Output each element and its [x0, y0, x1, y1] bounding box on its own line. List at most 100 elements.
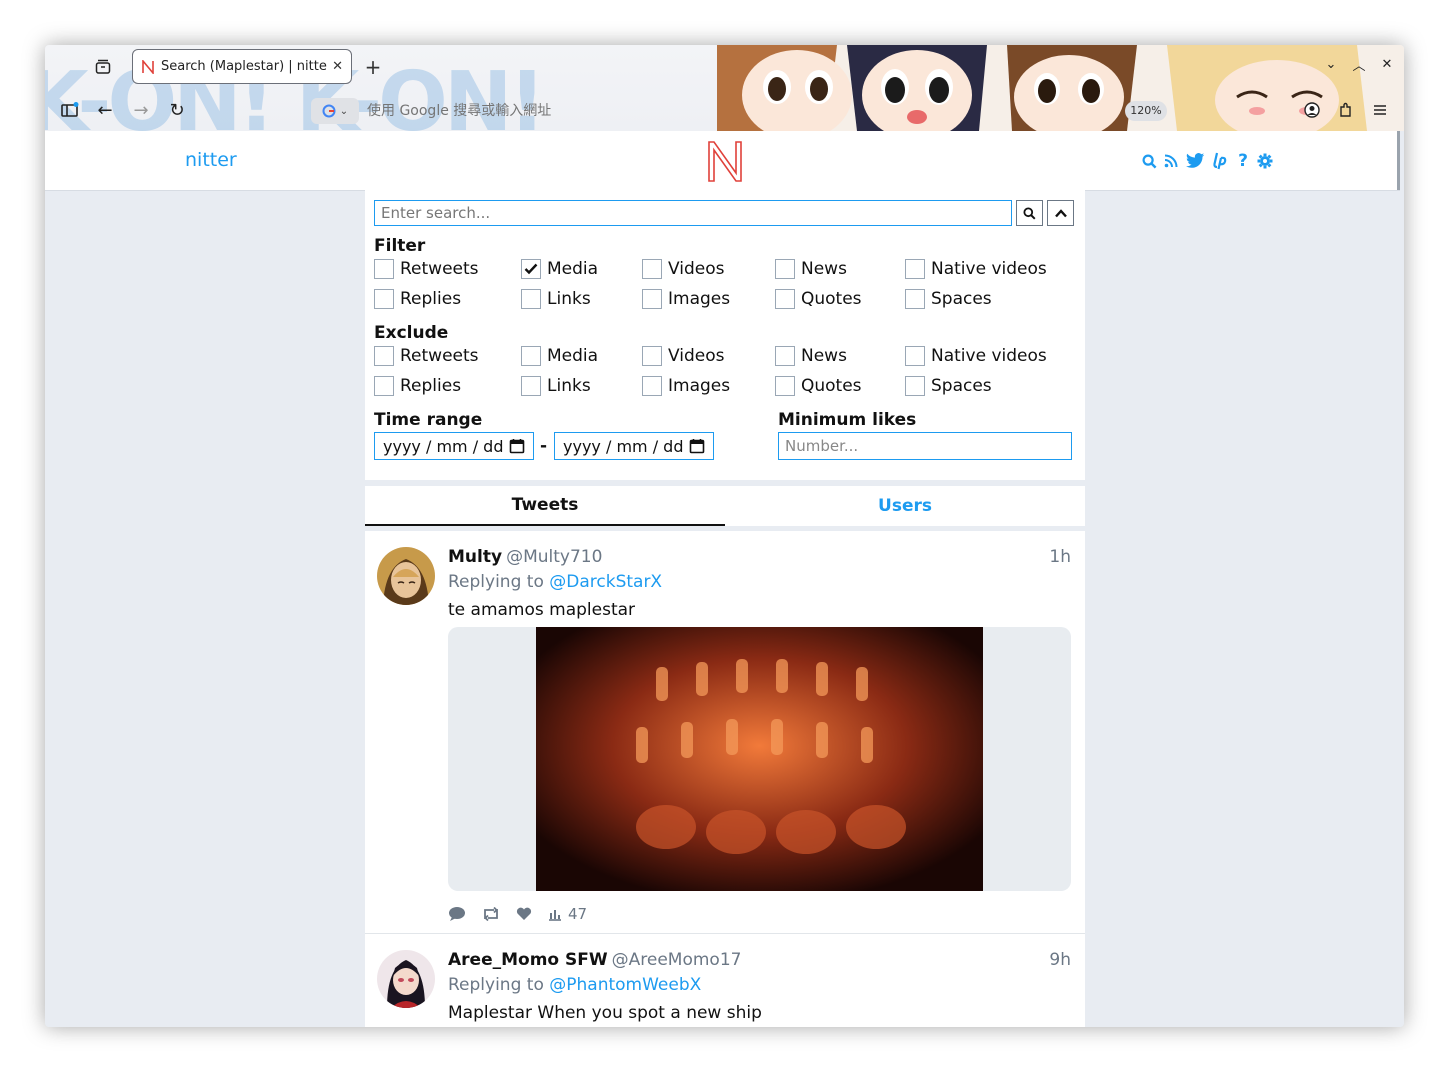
search-icon[interactable]: [1141, 152, 1157, 170]
tab-users[interactable]: Users: [725, 486, 1085, 526]
exclude-checkbox[interactable]: [374, 376, 394, 396]
filter-option-media[interactable]: Media: [521, 259, 598, 279]
tab-tweets[interactable]: Tweets: [365, 486, 725, 526]
site-brand-link[interactable]: nitter: [185, 149, 237, 171]
search-engine-selector[interactable]: ⌄: [311, 98, 359, 124]
sidebar-toggle-icon[interactable]: [59, 99, 81, 121]
filter-checkbox[interactable]: [642, 259, 662, 279]
url-input[interactable]: [365, 102, 869, 120]
browser-chrome: K-ON! K-ON! Search (Maplestar) | nitter …: [45, 45, 1404, 131]
filter-option-videos[interactable]: Videos: [642, 259, 725, 279]
liberapay-icon[interactable]: [1211, 152, 1229, 170]
until-date-input[interactable]: yyyy / mm / dd: [554, 432, 714, 460]
tweet-media[interactable]: [448, 627, 1071, 891]
exclude-option-links[interactable]: Links: [521, 376, 591, 396]
exclude-option-label: Images: [668, 376, 731, 396]
tweet-item[interactable]: Multy @Multy710 1h Replying to @DarckStar…: [365, 531, 1085, 934]
filter-option-spaces[interactable]: Spaces: [905, 289, 992, 309]
filter-option-quotes[interactable]: Quotes: [775, 289, 862, 309]
menu-icon[interactable]: [1370, 100, 1390, 120]
tweet-item[interactable]: Aree_Momo SFW @AreeMomo17 9h Replying to …: [365, 934, 1085, 1027]
reply-icon[interactable]: [448, 906, 466, 922]
search-input[interactable]: [374, 200, 1012, 226]
close-tab-icon[interactable]: ✕: [332, 59, 343, 74]
filter-checkbox[interactable]: [374, 289, 394, 309]
filter-option-replies[interactable]: Replies: [374, 289, 461, 309]
exclude-checkbox[interactable]: [521, 376, 541, 396]
avatar[interactable]: [377, 547, 435, 605]
tweet-time[interactable]: 1h: [1049, 547, 1071, 567]
back-button[interactable]: ←: [94, 99, 116, 121]
exclude-option-videos[interactable]: Videos: [642, 346, 725, 366]
url-bar[interactable]: ⌄: [311, 96, 1171, 126]
tweet-author-handle[interactable]: @AreeMomo17: [612, 950, 742, 970]
tweet-author-name[interactable]: Aree_Momo SFW: [448, 950, 608, 970]
filter-checkbox[interactable]: [642, 289, 662, 309]
like-icon[interactable]: [516, 907, 532, 921]
avatar[interactable]: [377, 950, 435, 1008]
filter-checkbox[interactable]: [521, 259, 541, 279]
minimize-icon[interactable]: ︿: [1352, 57, 1366, 74]
replying-to-link[interactable]: @DarckStarX: [549, 572, 662, 592]
filter-checkbox[interactable]: [374, 259, 394, 279]
exclude-checkbox[interactable]: [775, 376, 795, 396]
tweet-author-handle[interactable]: @Multy710: [506, 547, 602, 567]
exclude-option-images[interactable]: Images: [642, 376, 730, 396]
tweet-time[interactable]: 9h: [1049, 950, 1071, 970]
list-tabs-icon[interactable]: ⌄: [1324, 57, 1338, 72]
exclude-option-retweets[interactable]: Retweets: [374, 346, 479, 366]
filter-checkbox[interactable]: [775, 289, 795, 309]
since-date-input[interactable]: yyyy / mm / dd: [374, 432, 534, 460]
filter-checkbox[interactable]: [905, 259, 925, 279]
zoom-level[interactable]: 120%: [1125, 101, 1167, 121]
exclude-option-media[interactable]: Media: [521, 346, 598, 366]
exclude-option-native-videos[interactable]: Native videos: [905, 346, 1047, 366]
new-tab-button[interactable]: +: [363, 57, 383, 78]
help-icon[interactable]: ?: [1235, 151, 1251, 171]
forward-button[interactable]: →: [130, 99, 152, 121]
retweet-icon[interactable]: [482, 907, 500, 921]
filter-option-links[interactable]: Links: [521, 289, 591, 309]
exclude-option-spaces[interactable]: Spaces: [905, 376, 992, 396]
calendar-icon[interactable]: [689, 438, 705, 454]
exclude-checkbox[interactable]: [905, 376, 925, 396]
filter-checkbox[interactable]: [521, 289, 541, 309]
filter-option-native-videos[interactable]: Native videos: [905, 259, 1047, 279]
scrollbar[interactable]: [1397, 131, 1400, 190]
exclude-option-label: Retweets: [400, 346, 479, 366]
tweet-author-name[interactable]: Multy: [448, 547, 502, 567]
tweet-media-image[interactable]: [536, 627, 983, 891]
search-button[interactable]: [1016, 200, 1043, 226]
exclude-title: Exclude: [374, 323, 449, 343]
min-likes-input[interactable]: [778, 432, 1072, 460]
reload-button[interactable]: ↻: [166, 99, 188, 121]
filter-checkbox[interactable]: [775, 259, 795, 279]
browser-tab-active[interactable]: Search (Maplestar) | nitter ✕: [132, 49, 352, 84]
filter-checkbox[interactable]: [905, 289, 925, 309]
calendar-icon[interactable]: [509, 438, 525, 454]
collapse-options-button[interactable]: [1047, 200, 1074, 226]
filter-option-images[interactable]: Images: [642, 289, 730, 309]
close-window-icon[interactable]: ✕: [1380, 57, 1394, 72]
exclude-option-quotes[interactable]: Quotes: [775, 376, 862, 396]
exclude-checkbox[interactable]: [642, 376, 662, 396]
rss-icon[interactable]: [1163, 152, 1179, 170]
account-icon[interactable]: [1302, 100, 1322, 120]
replying-to-link[interactable]: @PhantomWeebX: [549, 975, 701, 995]
views-stat[interactable]: 47: [548, 905, 587, 923]
site-navbar: nitter ?: [45, 131, 1400, 191]
exclude-checkbox[interactable]: [775, 346, 795, 366]
filter-option-retweets[interactable]: Retweets: [374, 259, 479, 279]
exclude-option-news[interactable]: News: [775, 346, 847, 366]
twitter-icon[interactable]: [1185, 152, 1205, 170]
exclude-checkbox[interactable]: [521, 346, 541, 366]
filter-option-news[interactable]: News: [775, 259, 847, 279]
exclude-option-replies[interactable]: Replies: [374, 376, 461, 396]
settings-icon[interactable]: [1257, 152, 1273, 170]
extensions-icon[interactable]: [1336, 100, 1356, 120]
tab-manager-icon[interactable]: [93, 57, 113, 77]
exclude-checkbox[interactable]: [905, 346, 925, 366]
exclude-checkbox[interactable]: [642, 346, 662, 366]
nitter-logo[interactable]: [705, 139, 745, 183]
exclude-checkbox[interactable]: [374, 346, 394, 366]
